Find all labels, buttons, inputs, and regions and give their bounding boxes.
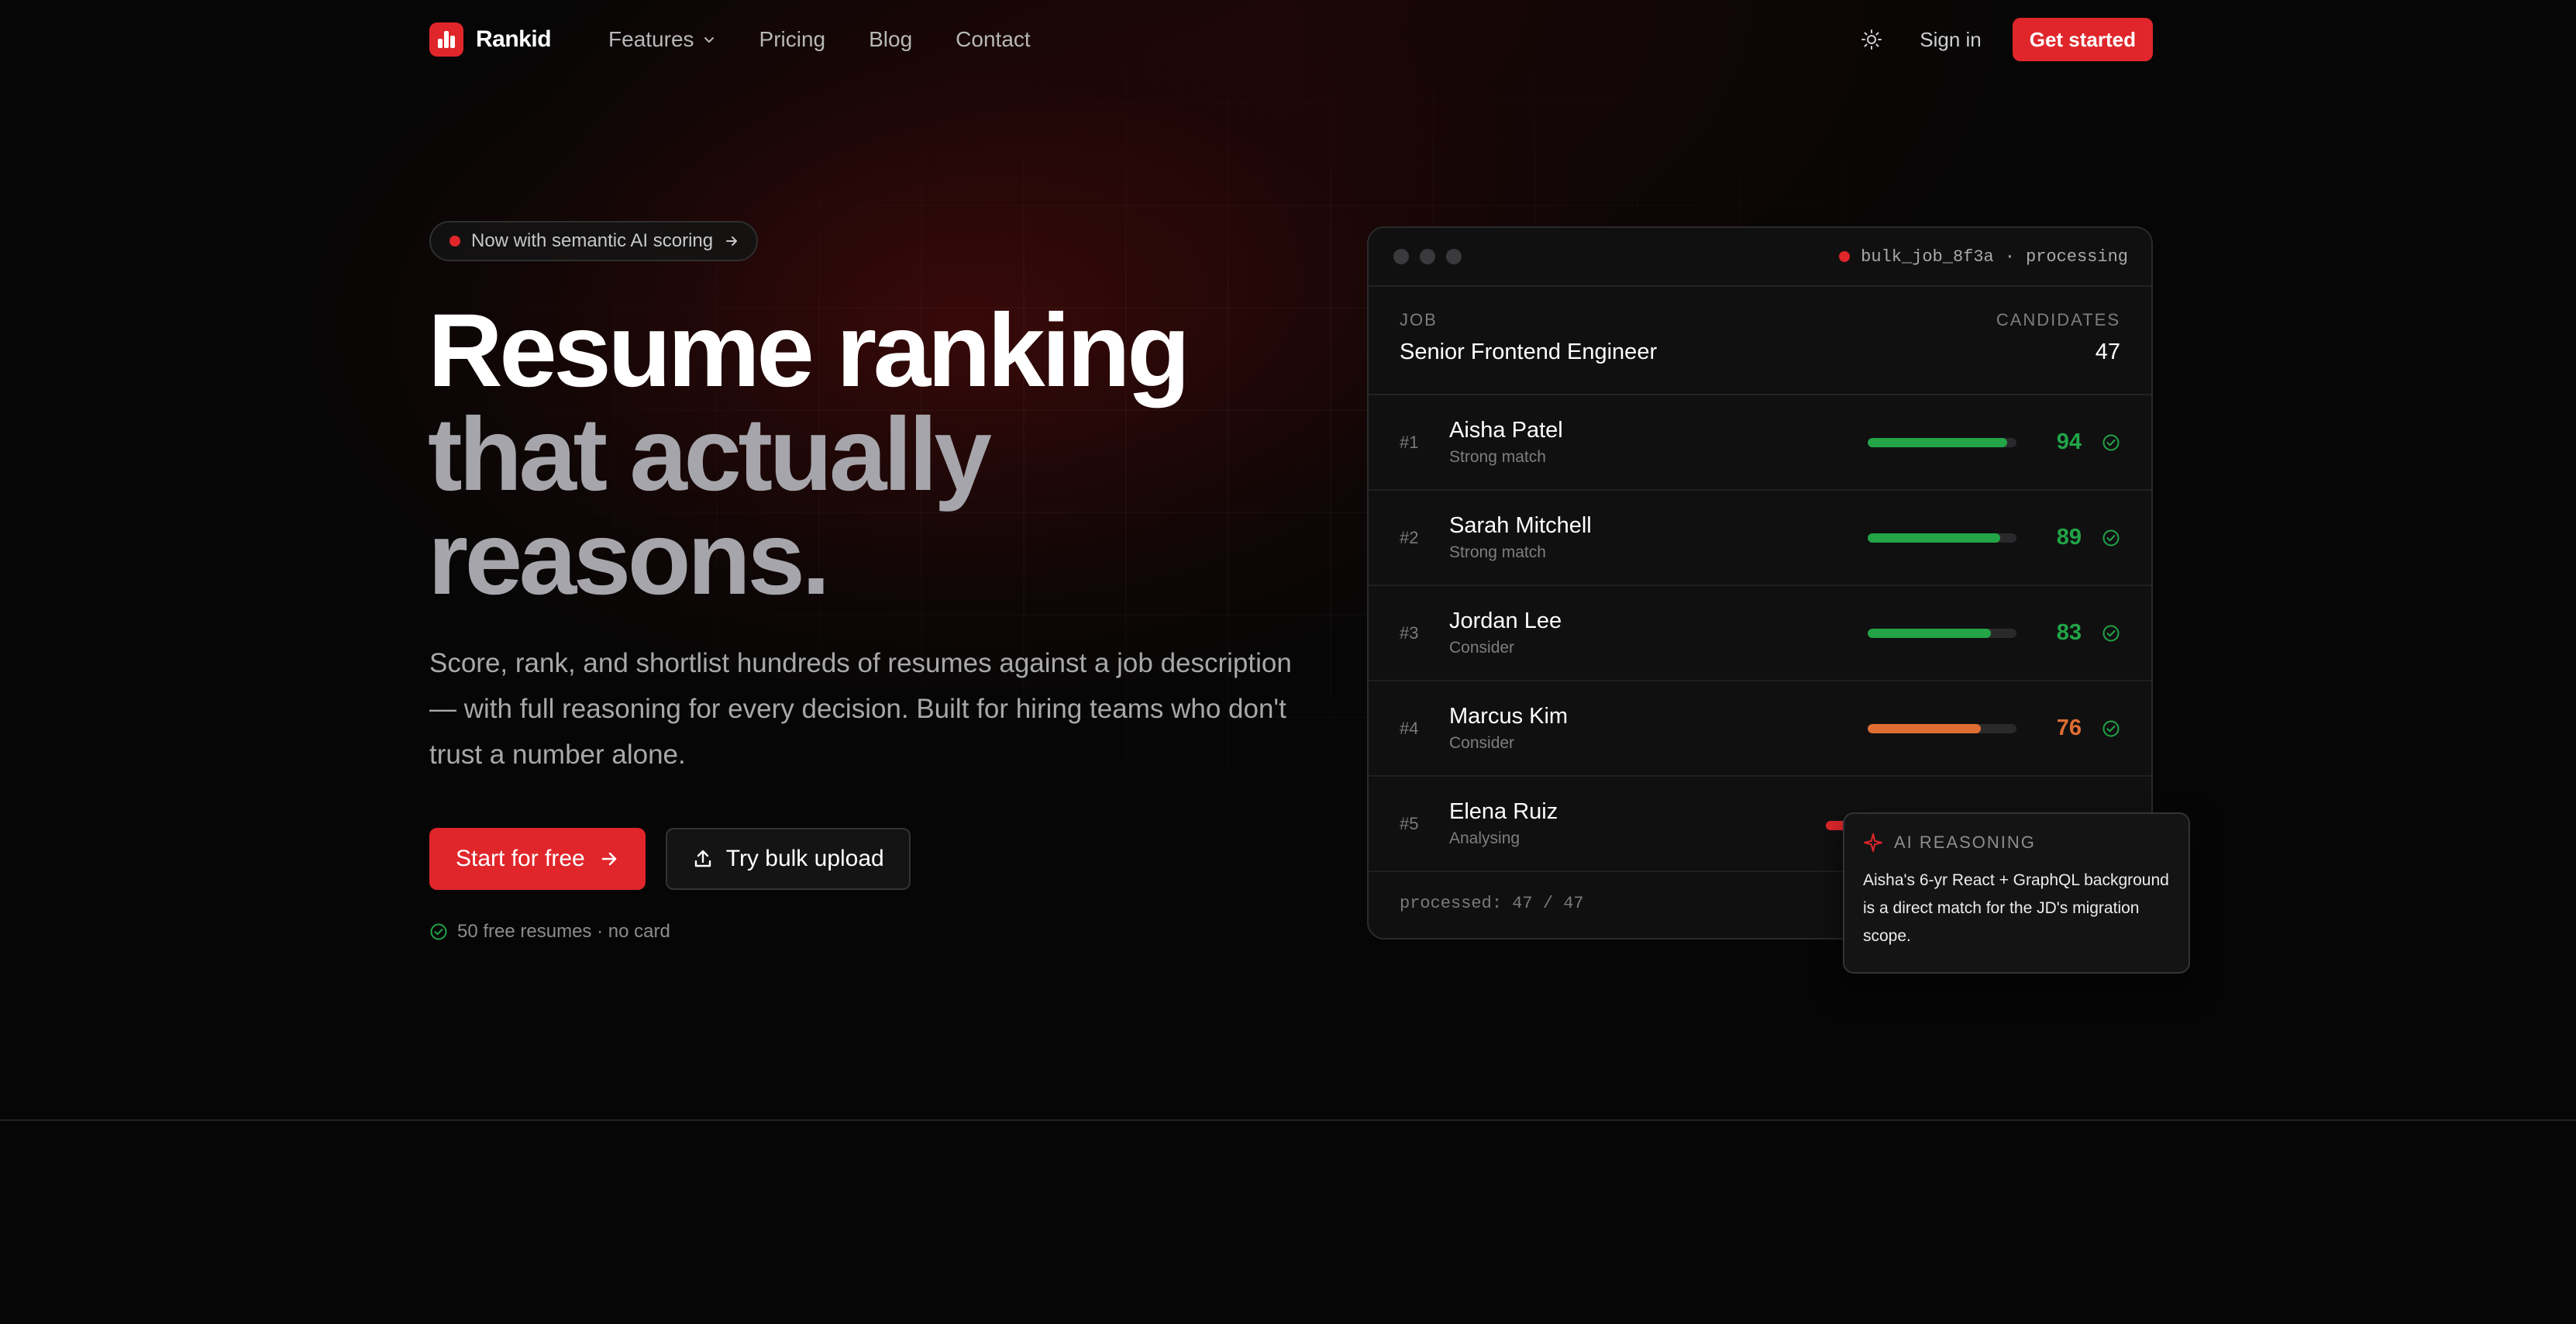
hero-title: Resume ranking that actually reasons. (428, 293, 1190, 616)
score-bar (1868, 437, 2016, 447)
score-bar (1868, 628, 2016, 638)
bar-chart-icon (429, 22, 463, 57)
candidate-name: Aisha Patel (1449, 418, 1563, 443)
arrow-right-icon (601, 852, 617, 866)
top-nav: Rankid Features Pricing Blog Contact Sig… (429, 18, 2153, 61)
check-circle-icon (2082, 719, 2120, 738)
window-dot (1420, 249, 1435, 264)
nav-link-features[interactable]: Features (608, 27, 716, 52)
candidate-list: #1 Aisha Patel Strong match 94 #2 Sarah M… (1369, 395, 2151, 872)
job-caption: JOB (1400, 310, 1438, 329)
candidates-count: 47 (2095, 340, 2120, 364)
bulk-upload-button[interactable]: Try bulk upload (665, 828, 911, 890)
candidate-row[interactable]: #2 Sarah Mitchell Strong match 89 (1369, 491, 2151, 586)
nav-link-label: Features (608, 27, 694, 51)
badge-label: Now with semantic AI scoring (471, 230, 714, 251)
sun-icon (1861, 29, 1882, 50)
status-dot (449, 236, 460, 247)
candidate-label: Strong match (1449, 448, 1546, 466)
candidate-score: 89 (2056, 525, 2082, 550)
candidate-row[interactable]: #1 Aisha Patel Strong match 94 (1369, 395, 2151, 491)
chevron-down-icon (704, 37, 714, 43)
nav-link-blog[interactable]: Blog (869, 27, 912, 52)
status-dot (1839, 251, 1851, 262)
candidate-rank: #4 (1400, 718, 1419, 738)
candidate-label: Consider (1449, 734, 1515, 752)
bulk-upload-label: Try bulk upload (725, 846, 884, 871)
cta-row: Start for free Try bulk upload (429, 828, 911, 890)
candidate-rank: #3 (1400, 622, 1419, 643)
candidate-name: Sarah Mitchell (1449, 513, 1592, 538)
job-status: bulk_job_8f3a · processing (1839, 247, 2128, 267)
check-circle-icon (2082, 624, 2120, 643)
reasoning-text: Aisha's 6-yr React + GraphQL background … (1863, 871, 2169, 945)
logo[interactable]: Rankid (429, 22, 552, 57)
nav-link-pricing[interactable]: Pricing (759, 27, 826, 52)
candidate-score: 94 (2056, 429, 2082, 454)
hero-title-line-1: Resume ranking (428, 293, 1190, 409)
hero-title-line-2: that actually (428, 397, 992, 512)
candidate-name: Marcus Kim (1449, 704, 1569, 729)
score-bar (1868, 533, 2016, 543)
start-free-button[interactable]: Start for free (429, 828, 646, 890)
theme-toggle-button[interactable] (1855, 22, 1889, 57)
nav-actions: Sign in Get started (1855, 18, 2153, 61)
score-bar (1868, 723, 2016, 733)
candidates-caption: CANDIDATES (1996, 310, 2120, 329)
job-status-label: processing (2025, 247, 2128, 267)
hero-title-line-3: reasons. (428, 501, 831, 616)
section-divider (0, 1119, 2576, 1121)
candidate-rank: #1 (1400, 432, 1419, 452)
window-dot (1446, 249, 1462, 264)
job-header: JOB Senior Frontend Engineer CANDIDATES … (1369, 287, 2151, 395)
upload-icon (694, 850, 711, 867)
score-bar-fill (1868, 437, 2008, 447)
candidate-label: Consider (1449, 639, 1515, 657)
panel-titlebar: bulk_job_8f3a · processing (1369, 228, 2151, 287)
nav-links: Features Pricing Blog Contact (608, 27, 1031, 52)
announcement-badge[interactable]: Now with semantic AI scoring (429, 221, 759, 261)
brand-name: Rankid (476, 26, 552, 52)
get-started-button[interactable]: Get started (2012, 18, 2153, 61)
candidate-row[interactable]: #4 Marcus Kim Consider 76 (1369, 681, 2151, 777)
candidate-rank: #2 (1400, 527, 1419, 547)
ai-reasoning-popover: AI REASONING Aisha's 6-yr React + GraphQ… (1843, 812, 2190, 974)
start-free-label: Start for free (456, 846, 585, 871)
check-circle-icon (2082, 433, 2120, 452)
hero-subtitle: Score, rank, and shortlist hundreds of r… (429, 648, 1292, 770)
candidate-row[interactable]: #3 Jordan Lee Consider 83 (1369, 586, 2151, 681)
candidate-score: 76 (2056, 715, 2082, 740)
candidate-score: 83 (2056, 620, 2082, 645)
reasoning-title: AI REASONING (1894, 833, 2036, 852)
sign-in-link[interactable]: Sign in (1920, 28, 1982, 52)
score-bar-fill (1868, 533, 2000, 543)
check-circle-icon (430, 923, 447, 940)
job-id: bulk_job_8f3a (1861, 247, 1994, 267)
candidate-label: Strong match (1449, 543, 1546, 561)
score-bar-fill (1868, 723, 1981, 733)
candidate-name: Jordan Lee (1449, 609, 1562, 633)
free-tier-label: 50 free resumes · no card (457, 921, 670, 942)
window-dot (1393, 249, 1409, 264)
nav-link-contact[interactable]: Contact (956, 27, 1031, 52)
check-circle-icon (2082, 529, 2120, 547)
separator: · (2004, 247, 2015, 267)
free-tier-note: 50 free resumes · no card (429, 921, 670, 943)
candidate-rank: #5 (1400, 813, 1419, 833)
arrow-right-icon (726, 236, 738, 246)
sparkle-icon (1864, 833, 1882, 852)
score-bar-fill (1868, 628, 1992, 638)
job-title: Senior Frontend Engineer (1400, 340, 1658, 364)
